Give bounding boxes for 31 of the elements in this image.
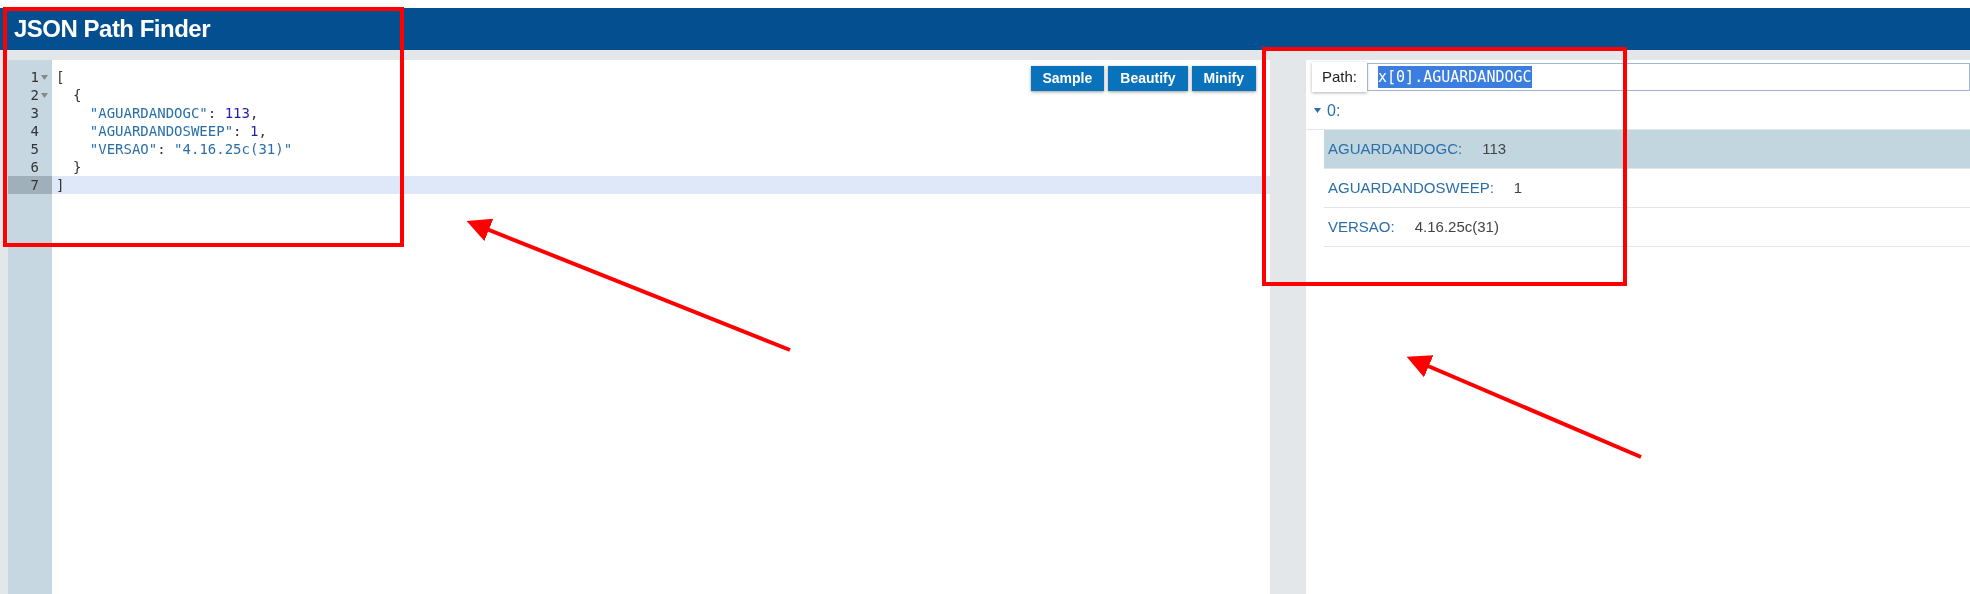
toolbar-button[interactable]: Beautify (1108, 66, 1188, 91)
expand-caret-icon[interactable] (1314, 107, 1321, 114)
code-line: "AGUARDANDOGC": 113, (89, 103, 259, 123)
tree-node-label[interactable]: 0: (1327, 98, 1341, 123)
code-line: ] (56, 175, 65, 195)
fold-caret-icon[interactable] (41, 74, 48, 80)
toolbar-button[interactable]: Sample (1030, 66, 1105, 91)
code-line: } (72, 157, 82, 177)
code-line: { (72, 85, 82, 105)
line-number: 2 (30, 85, 39, 105)
tree-key: VERSAO: (1328, 215, 1395, 239)
tree-key: AGUARDANDOGC: (1328, 137, 1463, 161)
code-line: "VERSAO": "4.16.25c(31)" (89, 139, 293, 159)
code-line: "AGUARDANDOSWEEP": 1, (89, 121, 267, 141)
path-label: Path: (1312, 62, 1368, 92)
line-number: 4 (30, 121, 39, 141)
toolbar-button[interactable]: Minify (1191, 66, 1256, 91)
code-line: [ (56, 67, 65, 87)
tree-key: AGUARDANDOSWEEP: (1328, 176, 1494, 200)
path-field[interactable]: x[0].AGUARDANDOGC (1367, 63, 1970, 91)
line-number: 1 (30, 67, 39, 87)
tree-row[interactable]: AGUARDANDOGC: 113 (1324, 130, 1970, 169)
line-number: 3 (30, 103, 39, 123)
line-number: 5 (30, 139, 39, 159)
line-number: 6 (30, 157, 39, 177)
app-title: JSON Path Finder (14, 14, 211, 44)
fold-caret-icon[interactable] (41, 92, 48, 98)
tree-value: 1 (1513, 177, 1523, 198)
line-number: 7 (30, 175, 39, 195)
tree-value: 113 (1482, 138, 1507, 159)
tree-value: 4.16.25c(31) (1414, 216, 1499, 237)
